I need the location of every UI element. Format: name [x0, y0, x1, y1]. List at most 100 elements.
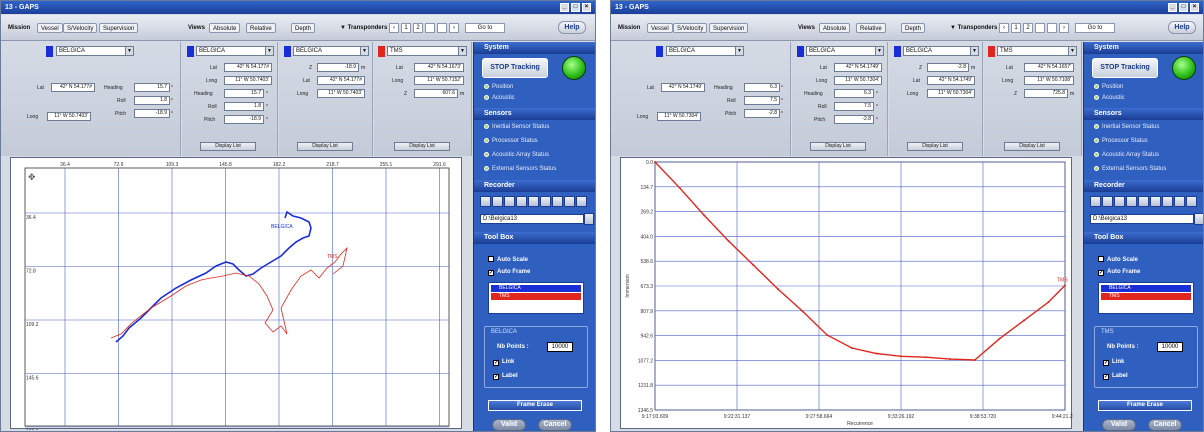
stop-tracking-button[interactable]: STOP Tracking	[1092, 58, 1158, 78]
sensor-inertial[interactable]: Inertial Sensor Status	[1094, 123, 1159, 131]
position-radio[interactable]: Position	[484, 83, 513, 91]
help-button[interactable]: Help	[1168, 21, 1196, 34]
play-button[interactable]	[1114, 196, 1125, 207]
list-item-tms[interactable]: TMS	[1101, 293, 1191, 300]
absolute-select[interactable]: BELGICA ▼	[196, 46, 274, 56]
absolute-track-plot[interactable]: 36.4 72.9 109.3 145.8 182.2 218.7 255.1 291.6 36…	[11, 158, 463, 432]
help-button[interactable]: Help	[558, 21, 586, 34]
browse-button[interactable]	[584, 213, 594, 225]
page-2-button[interactable]: 2	[1023, 23, 1033, 33]
page-1-button[interactable]: 1	[1011, 23, 1021, 33]
prev-page-button[interactable]: ‹	[389, 23, 399, 33]
tab-svelocity[interactable]: S/Velocity	[63, 23, 98, 33]
depth-plot[interactable]: 9:17:03.609 9:22:31.137 9:27:58.664 9:33:26…	[621, 158, 1078, 430]
step-forward-button[interactable]	[564, 196, 575, 207]
page-2-button[interactable]: 2	[413, 23, 423, 33]
minimize-button[interactable]: _	[1168, 3, 1177, 12]
label-checkbox[interactable]: ✓ Label	[493, 372, 518, 380]
tab-depth[interactable]: Depth	[901, 23, 926, 33]
pause-button[interactable]	[1102, 196, 1113, 207]
sensor-external[interactable]: External Sensors Status	[1094, 165, 1166, 173]
end-button[interactable]	[576, 196, 587, 207]
tms-select[interactable]: TMS ▼	[997, 46, 1077, 56]
minimize-button[interactable]: _	[560, 3, 569, 12]
tab-mission[interactable]: Mission	[615, 23, 643, 33]
auto-frame-checkbox[interactable]: ✓ Auto Frame	[1098, 268, 1140, 276]
link-checkbox[interactable]: ✓ Link	[493, 358, 514, 366]
rewind-button[interactable]	[1138, 196, 1149, 207]
acoustic-radio[interactable]: Acoustic	[484, 94, 515, 102]
tab-vessel[interactable]: Vessel	[37, 23, 63, 33]
tab-depth[interactable]: Depth	[291, 23, 316, 33]
tms-display-list-button[interactable]: Display List	[394, 142, 450, 151]
acoustic-radio[interactable]: Acoustic	[1094, 94, 1125, 102]
rel-display-list-button[interactable]: Display List	[907, 142, 963, 151]
step-forward-button[interactable]	[1174, 196, 1185, 207]
position-radio[interactable]: Position	[1094, 83, 1123, 91]
prev-page-button[interactable]: ‹	[999, 23, 1009, 33]
next-page-button[interactable]: ›	[1059, 23, 1069, 33]
valid-button[interactable]: Valid	[492, 419, 526, 431]
auto-frame-checkbox[interactable]: ✓ Auto Frame	[488, 268, 530, 276]
list-item-belgica[interactable]: BELGICA	[491, 285, 581, 292]
tab-mission[interactable]: Mission	[5, 23, 33, 33]
nb-points-field[interactable]: 10000	[1157, 342, 1183, 352]
tab-supervision[interactable]: Supervision	[99, 23, 139, 33]
abs-display-list-button[interactable]: Display List	[810, 142, 866, 151]
abs-display-list-button[interactable]: Display List	[200, 142, 256, 151]
forward-button[interactable]	[1150, 196, 1161, 207]
transponders-menu[interactable]: ▼ Transponders	[337, 23, 390, 33]
transponder-list[interactable]: BELGICA TMS	[488, 282, 584, 314]
tms-select[interactable]: TMS ▼	[387, 46, 467, 56]
sensor-processor[interactable]: Processor Status	[1094, 137, 1148, 145]
page-blank-button[interactable]	[425, 23, 435, 33]
forward-button[interactable]	[540, 196, 551, 207]
tms-display-list-button[interactable]: Display List	[1004, 142, 1060, 151]
pause-button[interactable]	[492, 196, 503, 207]
goto-button[interactable]: Go to	[465, 23, 505, 33]
stop-button[interactable]	[516, 196, 527, 207]
play-button[interactable]	[504, 196, 515, 207]
sensor-inertial[interactable]: Inertial Sensor Status	[484, 123, 549, 131]
valid-button[interactable]: Valid	[1102, 419, 1136, 431]
label-checkbox[interactable]: ✓ Label	[1103, 372, 1128, 380]
list-item-belgica[interactable]: BELGICA	[1101, 285, 1191, 292]
record-button[interactable]	[1090, 196, 1101, 207]
vessel-select[interactable]: BELGICA ▼	[666, 46, 744, 56]
tab-vessel[interactable]: Vessel	[647, 23, 673, 33]
tab-relative[interactable]: Relative	[856, 23, 886, 33]
relative-select[interactable]: BELGICA ▼	[903, 46, 979, 56]
step-back-button[interactable]	[552, 196, 563, 207]
transponders-menu[interactable]: ▼ Transponders	[947, 23, 1000, 33]
sensor-acoustic-array[interactable]: Acoustic Array Status	[1094, 151, 1159, 159]
frame-erase-button[interactable]: Frame Erase	[1098, 400, 1192, 411]
tab-views[interactable]: Views	[185, 23, 208, 33]
list-item-tms[interactable]: TMS	[491, 293, 581, 300]
auto-scale-checkbox[interactable]: Auto Scale	[488, 256, 528, 264]
end-button[interactable]	[1186, 196, 1197, 207]
page-1-button[interactable]: 1	[401, 23, 411, 33]
frame-erase-button[interactable]: Frame Erase	[488, 400, 582, 411]
rel-display-list-button[interactable]: Display List	[297, 142, 353, 151]
tab-svelocity[interactable]: S/Velocity	[673, 23, 708, 33]
transponder-list[interactable]: BELGICA TMS	[1098, 282, 1194, 314]
page-blank-button[interactable]	[1035, 23, 1045, 33]
tab-supervision[interactable]: Supervision	[709, 23, 749, 33]
stop-button[interactable]	[1126, 196, 1137, 207]
vessel-select[interactable]: BELGICA ▼	[56, 46, 134, 56]
cancel-button[interactable]: Cancel	[1148, 419, 1182, 431]
tab-absolute[interactable]: Absolute	[819, 23, 851, 33]
plot-panel-depth[interactable]: 9:17:03.609 9:22:31.137 9:27:58.664 9:33:26…	[620, 157, 1078, 430]
cancel-button[interactable]: Cancel	[538, 419, 572, 431]
stop-tracking-button[interactable]: STOP Tracking	[482, 58, 548, 78]
page-blank-button-2[interactable]	[437, 23, 447, 33]
sensor-external[interactable]: External Sensors Status	[484, 165, 556, 173]
tab-relative[interactable]: Relative	[246, 23, 276, 33]
next-page-button[interactable]: ›	[449, 23, 459, 33]
nb-points-field[interactable]: 10000	[547, 342, 573, 352]
recorder-path-field[interactable]: D:\Belgica13	[1090, 214, 1194, 224]
close-button[interactable]: ×	[582, 3, 591, 12]
tab-absolute[interactable]: Absolute	[209, 23, 241, 33]
sensor-processor[interactable]: Processor Status	[484, 137, 538, 145]
record-button[interactable]	[480, 196, 491, 207]
